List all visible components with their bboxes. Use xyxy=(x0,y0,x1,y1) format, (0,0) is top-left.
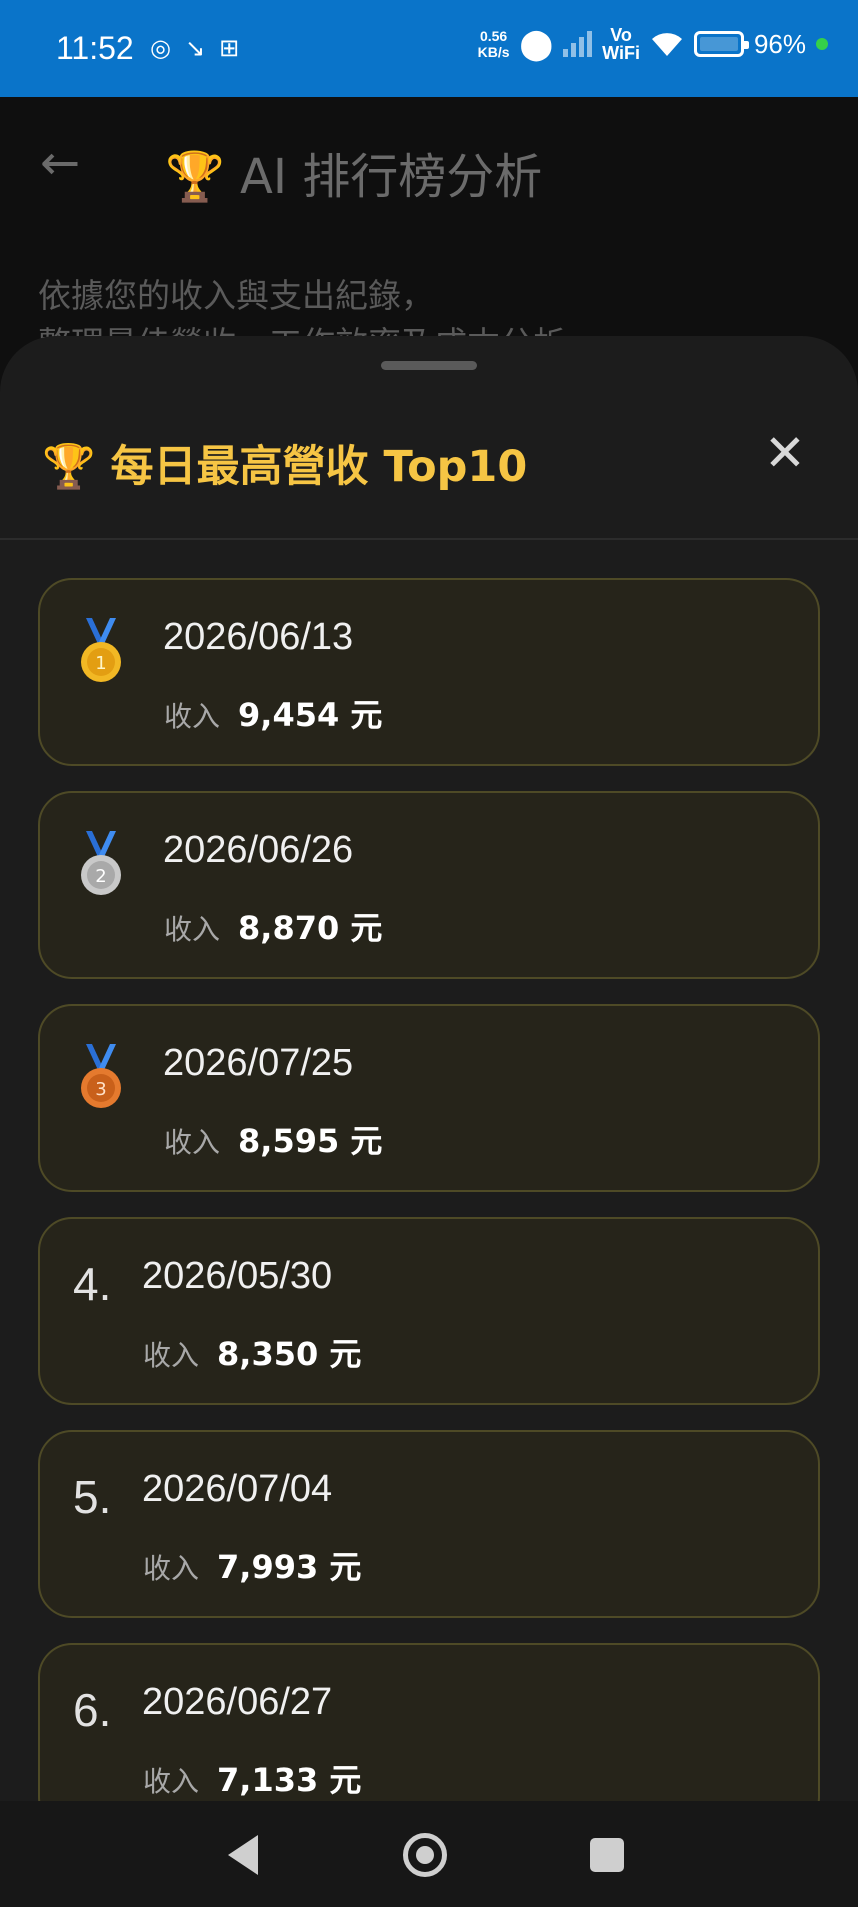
vowifi-icon: Vo WiFi xyxy=(602,25,640,63)
income-value: 9,454 元 xyxy=(238,696,383,734)
signal-icon xyxy=(563,31,593,57)
income-value: 7,133 元 xyxy=(217,1761,362,1799)
status-right: 0.56 KB/s ⬤ Vo WiFi 96% xyxy=(478,26,828,62)
income-value: 7,993 元 xyxy=(217,1548,362,1586)
ranking-list: 1 2026/06/13 收入 9,454 元 2 2026/06/26 收入 … xyxy=(38,578,820,1801)
rank-date: 2026/06/13 xyxy=(163,616,354,658)
bronze-medal-icon: 3 xyxy=(81,1044,121,1108)
back-arrow-icon[interactable]: ← xyxy=(40,135,80,191)
screen: 11:52 ◎ ↘ ⊞ 0.56 KB/s ⬤ Vo WiFi 96% ← 🏆 … xyxy=(0,0,858,1907)
battery-percent: 96% xyxy=(753,28,806,59)
trend-icon: ↘ xyxy=(184,34,206,62)
net-speed: 0.56 KB/s xyxy=(477,28,510,60)
silver-medal-icon: 2 xyxy=(81,831,121,895)
privacy-dot-icon xyxy=(816,38,828,50)
income-label: 收入 xyxy=(164,700,221,733)
divider xyxy=(0,538,858,540)
chrome-icon: ◎ xyxy=(150,34,171,62)
rank-date: 2026/06/27 xyxy=(142,1681,333,1723)
income-row: 收入 8,350 元 xyxy=(143,1329,361,1375)
income-label: 收入 xyxy=(164,913,221,946)
nav-back-icon[interactable] xyxy=(228,1835,258,1875)
income-label: 收入 xyxy=(143,1552,200,1585)
rank-date: 2026/07/04 xyxy=(142,1468,333,1510)
list-item[interactable]: 4. 2026/05/30 收入 8,350 元 xyxy=(38,1217,820,1405)
list-item[interactable]: 6. 2026/06/27 收入 7,133 元 xyxy=(38,1643,820,1801)
status-bar: 11:52 ◎ ↘ ⊞ 0.56 KB/s ⬤ Vo WiFi 96% xyxy=(0,0,858,97)
rank-number: 4. xyxy=(73,1258,112,1310)
rank-date: 2026/07/25 xyxy=(163,1042,354,1084)
drag-handle[interactable] xyxy=(381,361,477,370)
rank-number: 5. xyxy=(73,1471,112,1523)
income-label: 收入 xyxy=(164,1126,221,1159)
app-notification-icon: ⊞ xyxy=(219,34,240,62)
income-value: 8,350 元 xyxy=(217,1335,362,1373)
list-item[interactable]: 3 2026/07/25 收入 8,595 元 xyxy=(38,1004,820,1192)
svg-text:1: 1 xyxy=(95,653,106,674)
income-row: 收入 8,595 元 xyxy=(164,1116,382,1162)
list-item[interactable]: 1 2026/06/13 收入 9,454 元 xyxy=(38,578,820,766)
battery-icon xyxy=(693,31,749,57)
page-title: 🏆 AI 排行榜分析 xyxy=(165,149,543,205)
rank-date: 2026/05/30 xyxy=(142,1255,333,1297)
app-header: ← 🏆 AI 排行榜分析 xyxy=(0,97,858,227)
wifi-icon xyxy=(651,33,682,56)
sheet-title: 🏆 每日最高營收 Top10 xyxy=(42,442,528,492)
svg-text:2: 2 xyxy=(95,866,106,887)
rank-number: 6. xyxy=(73,1684,112,1736)
income-row: 收入 9,454 元 xyxy=(164,690,382,736)
income-value: 8,870 元 xyxy=(238,909,383,947)
svg-text:3: 3 xyxy=(95,1079,106,1100)
income-value: 8,595 元 xyxy=(238,1122,383,1160)
nav-recents-icon[interactable] xyxy=(590,1838,624,1872)
nav-home-icon[interactable] xyxy=(403,1833,447,1877)
notification-icons: ◎ ↘ ⊞ xyxy=(150,34,239,62)
rank-date: 2026/06/26 xyxy=(163,829,354,871)
income-row: 收入 8,870 元 xyxy=(164,903,382,949)
close-button[interactable]: ✕ xyxy=(760,428,810,478)
status-time: 11:52 xyxy=(56,30,134,66)
gold-medal-icon: 1 xyxy=(81,618,121,682)
income-row: 收入 7,133 元 xyxy=(143,1755,361,1801)
navigation-bar xyxy=(0,1801,858,1907)
list-item[interactable]: 2 2026/06/26 收入 8,870 元 xyxy=(38,791,820,979)
income-label: 收入 xyxy=(143,1339,200,1372)
list-item[interactable]: 5. 2026/07/04 收入 7,993 元 xyxy=(38,1430,820,1618)
bottom-sheet: 🏆 每日最高營收 Top10 ✕ 1 2026/06/13 收入 9,454 元 xyxy=(0,336,858,1801)
location-icon: ⬤ xyxy=(519,27,554,61)
income-row: 收入 7,993 元 xyxy=(143,1542,361,1588)
income-label: 收入 xyxy=(143,1765,200,1798)
